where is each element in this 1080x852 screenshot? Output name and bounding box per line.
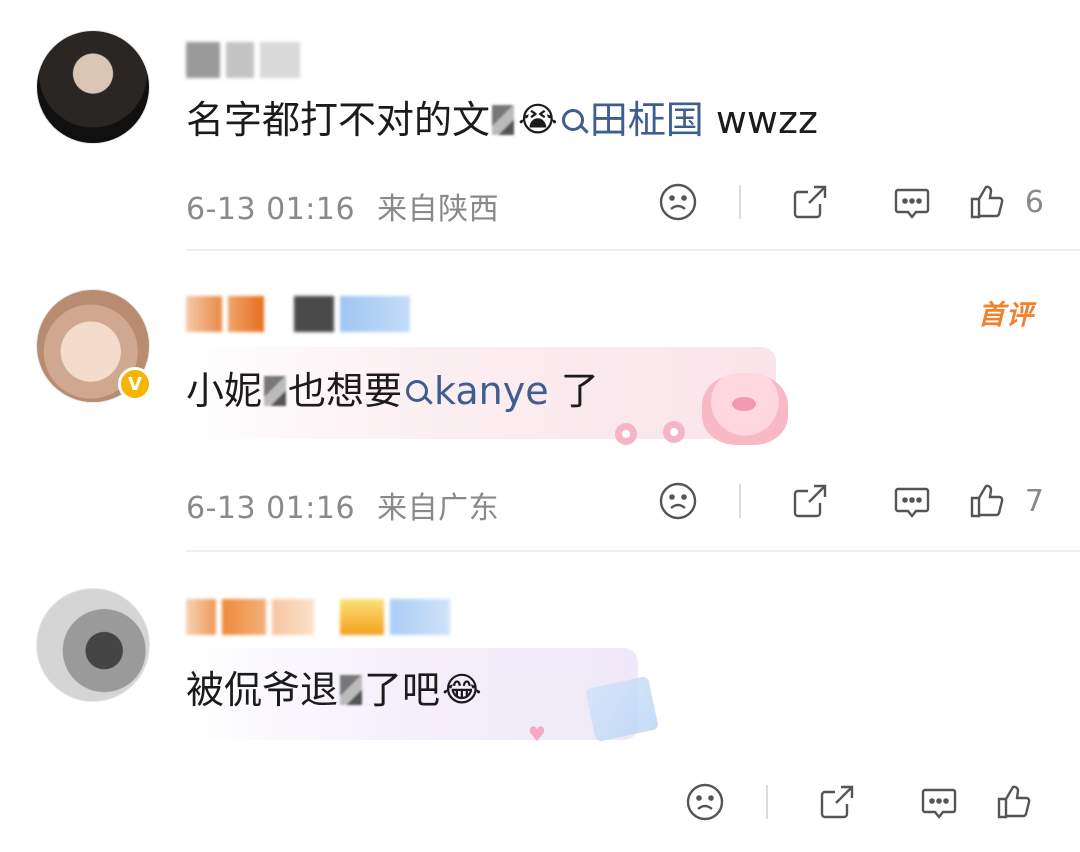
topic-link[interactable]: 田柾国 — [558, 98, 704, 142]
divider — [766, 785, 768, 819]
username-blurred[interactable] — [186, 40, 300, 80]
comment-item: 名字都打不对的文 😭 田柾国 wwzz 6-13 01:16 来自陕西 6 — [0, 0, 1080, 250]
comment-icon — [921, 788, 957, 819]
comment-item: V 首评 小妮 也想要 kanye 了 6-13 01:16 来自广东 7 — [0, 251, 1080, 551]
like-count: 7 — [1024, 483, 1044, 519]
like-count: 6 — [1024, 184, 1044, 220]
divider — [738, 185, 741, 219]
like-button[interactable] — [994, 780, 1034, 824]
username-blurred[interactable] — [186, 294, 410, 334]
search-icon — [561, 109, 584, 131]
reply-button[interactable] — [861, 479, 963, 523]
share-button[interactable] — [759, 479, 861, 523]
mosaic-censor — [264, 376, 287, 406]
comment-text: 被侃爷退 了吧 😂 — [186, 668, 482, 712]
sad-face-icon — [659, 482, 697, 520]
sad-face-icon — [659, 183, 697, 221]
thumbs-up-icon — [970, 185, 1004, 219]
pig-sticker — [702, 373, 788, 445]
share-icon — [820, 785, 854, 819]
thumbs-up-icon — [970, 484, 1004, 518]
dislike-button[interactable] — [627, 479, 729, 523]
laughing-emoji-icon: 😂 — [442, 670, 482, 710]
like-button[interactable]: 6 — [967, 180, 1044, 224]
comment-icon — [894, 487, 930, 518]
flower-sticker — [615, 421, 695, 447]
share-icon — [793, 185, 827, 219]
share-button[interactable] — [759, 180, 861, 224]
crying-emoji-icon: 😭 — [518, 100, 558, 140]
reply-button[interactable] — [861, 180, 963, 224]
share-icon — [793, 484, 827, 518]
avatar[interactable] — [36, 30, 150, 144]
sad-face-icon — [686, 783, 724, 821]
thumbs-up-icon — [997, 785, 1031, 819]
comment-actions: 7 — [627, 479, 1044, 523]
comment-item: ♥ 被侃爷退 了吧 😂 — [0, 552, 1080, 852]
first-comment-badge: 首评 — [978, 300, 1034, 331]
username-blurred[interactable] — [186, 597, 450, 637]
share-button[interactable] — [786, 780, 888, 824]
avatar[interactable] — [36, 588, 150, 702]
comment-text: 小妮 也想要 kanye 了 — [186, 369, 599, 413]
mosaic-censor — [492, 105, 515, 135]
comment-actions — [654, 780, 1034, 824]
comment-icon — [894, 188, 930, 219]
avatar[interactable]: V — [36, 289, 152, 403]
mosaic-censor — [340, 675, 363, 705]
verified-badge: V — [118, 367, 152, 401]
dislike-button[interactable] — [627, 180, 729, 224]
comment-text: 名字都打不对的文 😭 田柾国 wwzz — [186, 98, 818, 142]
search-icon — [406, 380, 429, 402]
comment-meta: 6-13 01:16 来自广东 — [186, 491, 500, 526]
topic-link[interactable]: kanye — [402, 369, 549, 413]
reply-button[interactable] — [888, 780, 990, 824]
comment-actions: 6 — [627, 180, 1044, 224]
divider — [738, 484, 741, 518]
dislike-button[interactable] — [654, 780, 756, 824]
envelope-sticker — [585, 675, 659, 743]
heart-sticker: ♥ — [528, 722, 546, 746]
like-button[interactable]: 7 — [967, 479, 1044, 523]
comment-meta: 6-13 01:16 来自陕西 — [186, 192, 500, 227]
